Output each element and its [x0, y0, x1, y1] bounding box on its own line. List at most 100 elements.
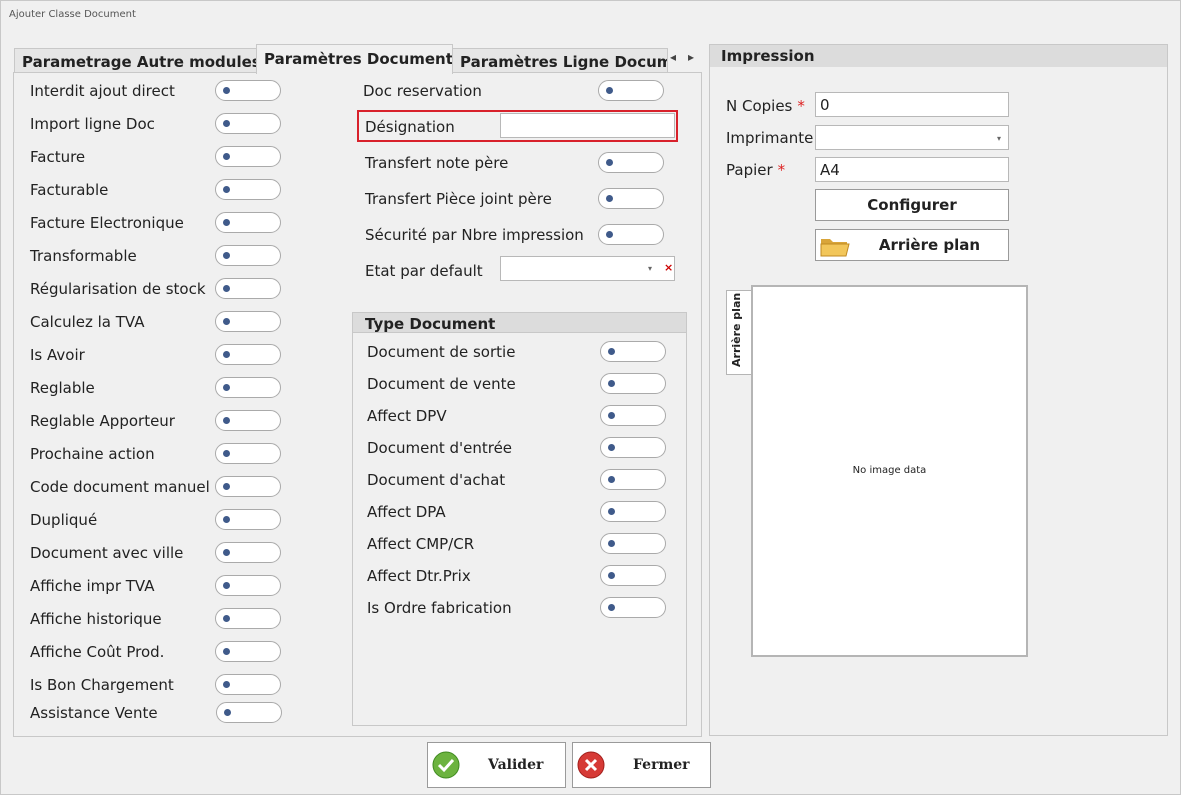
toggle-knob	[223, 549, 230, 556]
toggle-knob	[224, 709, 231, 716]
type-document-toggle[interactable]	[600, 341, 666, 362]
impression-header: Impression	[710, 45, 1167, 67]
option-toggle[interactable]	[215, 344, 281, 365]
option-toggle[interactable]	[215, 641, 281, 662]
option-toggle[interactable]	[215, 311, 281, 332]
type-document-label: Affect DPV	[367, 407, 447, 425]
designation-label: Désignation	[365, 118, 455, 136]
option-toggle[interactable]	[215, 146, 281, 167]
arriere-plan-button[interactable]: Arrière plan	[815, 229, 1009, 261]
required-marker: *	[797, 97, 805, 115]
papier-label: Papier *	[726, 161, 786, 179]
option-label: Affiche historique	[30, 610, 162, 628]
toggle-knob	[223, 417, 230, 424]
option-label: Document avec ville	[30, 544, 184, 562]
clear-icon[interactable]: ×	[664, 261, 673, 274]
option-toggle[interactable]	[215, 476, 281, 497]
toggle-knob	[608, 604, 615, 611]
toggle-knob	[223, 582, 230, 589]
securite-toggle[interactable]	[598, 224, 664, 245]
option-toggle[interactable]	[216, 702, 282, 723]
designation-input[interactable]	[500, 113, 675, 138]
background-image-area[interactable]: No image data	[751, 285, 1028, 657]
option-toggle[interactable]	[215, 608, 281, 629]
option-toggle[interactable]	[215, 113, 281, 134]
option-toggle[interactable]	[215, 377, 281, 398]
chevron-down-icon[interactable]: ▾	[648, 264, 652, 273]
option-toggle[interactable]	[215, 212, 281, 233]
type-document-label: Is Ordre fabrication	[367, 599, 512, 617]
type-document-toggle[interactable]	[600, 469, 666, 490]
valider-label: Valider	[488, 757, 544, 773]
papier-input[interactable]: A4	[815, 157, 1009, 182]
option-label: Import ligne Doc	[30, 115, 155, 133]
folder-icon	[820, 239, 850, 257]
tab-parametres-document[interactable]: Paramètres Document	[256, 44, 453, 74]
option-toggle[interactable]	[215, 80, 281, 101]
fermer-button[interactable]: Fermer	[572, 742, 711, 788]
required-marker: *	[777, 161, 786, 179]
option-toggle[interactable]	[215, 443, 281, 464]
type-document-toggle[interactable]	[600, 405, 666, 426]
type-document-label: Document d'entrée	[367, 439, 513, 457]
tab-parametres-ligne-document[interactable]: Paramètres Ligne Document	[452, 48, 668, 74]
background-tab-label: Arrière plan	[730, 292, 743, 367]
toggle-knob	[608, 380, 615, 387]
option-label: Reglable	[30, 379, 95, 397]
type-document-header: Type Document	[352, 312, 687, 333]
option-toggle[interactable]	[215, 575, 281, 596]
option-toggle[interactable]	[215, 674, 281, 695]
type-document-toggle[interactable]	[600, 437, 666, 458]
toggle-knob	[223, 615, 230, 622]
option-toggle[interactable]	[215, 278, 281, 299]
transfert-note-label: Transfert note père	[365, 154, 509, 172]
valider-button[interactable]: Valider	[427, 742, 566, 788]
tab-parametrage-autre-modules[interactable]: Parametrage Autre modules	[14, 48, 257, 74]
tab-next-icon[interactable]: ▸	[688, 50, 694, 64]
toggle-knob	[223, 351, 230, 358]
securite-label: Sécurité par Nbre impression	[365, 226, 584, 244]
tab-prev-icon[interactable]: ◂	[670, 50, 676, 64]
option-toggle[interactable]	[215, 179, 281, 200]
option-label: Calculez la TVA	[30, 313, 145, 331]
arriere-plan-button-label: Arrière plan	[878, 236, 981, 254]
option-toggle[interactable]	[215, 410, 281, 431]
type-document-toggle[interactable]	[600, 373, 666, 394]
option-label: Facturable	[30, 181, 109, 199]
background-tab[interactable]: Arrière plan	[726, 290, 751, 375]
toggle-knob	[223, 318, 230, 325]
transfert-note-toggle[interactable]	[598, 152, 664, 173]
toggle-knob	[608, 348, 615, 355]
type-document-label: Document d'achat	[367, 471, 506, 489]
type-document-toggle[interactable]	[600, 533, 666, 554]
option-toggle[interactable]	[215, 509, 281, 530]
option-label: Assistance Vente	[30, 704, 158, 722]
option-label: Transformable	[30, 247, 137, 265]
toggle-knob	[608, 508, 615, 515]
type-document-toggle[interactable]	[600, 565, 666, 586]
copies-input[interactable]: 0	[815, 92, 1009, 117]
option-toggle[interactable]	[215, 245, 281, 266]
option-label: Interdit ajout direct	[30, 82, 175, 100]
toggle-knob	[606, 87, 613, 94]
type-document-label: Affect Dtr.Prix	[367, 567, 471, 585]
transfert-piece-toggle[interactable]	[598, 188, 664, 209]
toggle-knob	[223, 252, 230, 259]
doc-reservation-toggle[interactable]	[598, 80, 664, 101]
doc-reservation-label: Doc reservation	[363, 82, 482, 100]
option-toggle[interactable]	[215, 542, 281, 563]
toggle-knob	[606, 231, 613, 238]
chevron-down-icon[interactable]: ▾	[997, 134, 1001, 143]
toggle-knob	[608, 572, 615, 579]
imprimante-combo[interactable]	[815, 125, 1009, 150]
toggle-knob	[606, 159, 613, 166]
transfert-piece-label: Transfert Pièce joint père	[365, 190, 552, 208]
option-label: Affiche impr TVA	[30, 577, 155, 595]
option-label: Is Avoir	[30, 346, 85, 364]
configurer-button[interactable]: Configurer	[815, 189, 1009, 221]
type-document-toggle[interactable]	[600, 501, 666, 522]
toggle-knob	[608, 412, 615, 419]
toggle-knob	[223, 87, 230, 94]
type-document-toggle[interactable]	[600, 597, 666, 618]
type-document-label: Document de sortie	[367, 343, 516, 361]
